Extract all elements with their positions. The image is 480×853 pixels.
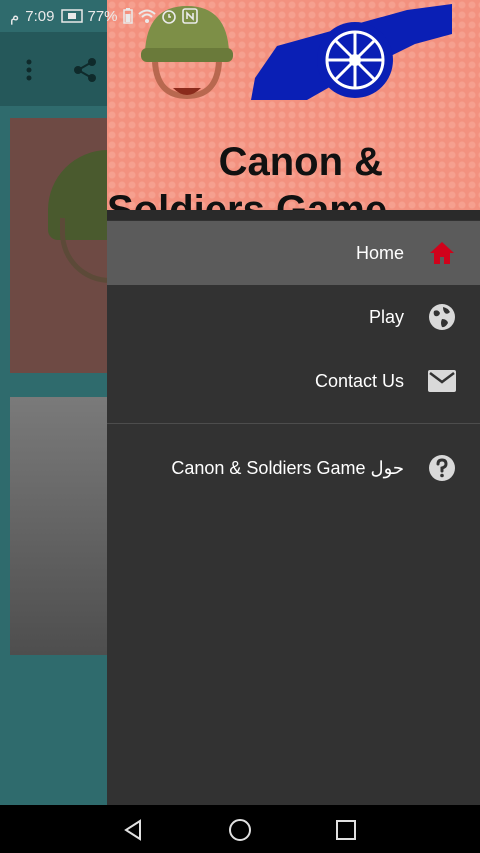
drawer-header-title: Canon & Soldiers Game xyxy=(107,140,388,210)
alarm-icon xyxy=(161,10,176,24)
carrier-text: م xyxy=(10,8,20,25)
battery-text: 77% xyxy=(87,7,118,25)
system-nav-bar xyxy=(0,805,480,853)
menu-divider xyxy=(107,423,480,424)
battery-icon xyxy=(122,8,133,24)
menu-item-about[interactable]: Canon & Soldiers Game حول xyxy=(107,436,480,500)
menu-item-home[interactable]: Home xyxy=(107,221,480,285)
menu-item-contact[interactable]: Contact Us xyxy=(107,349,480,413)
overflow-menu-icon[interactable] xyxy=(14,50,44,90)
helmet-strap-image xyxy=(60,218,110,283)
status-bar: م 7:09 77% xyxy=(0,0,480,32)
sim-icon xyxy=(60,9,83,23)
recents-icon[interactable] xyxy=(333,817,359,843)
nfc-icon xyxy=(181,8,198,24)
share-icon[interactable] xyxy=(70,50,100,90)
globe-icon xyxy=(428,303,456,331)
menu-item-contact-label: Contact Us xyxy=(314,370,404,391)
menu-item-play[interactable]: Play xyxy=(107,285,480,349)
help-icon xyxy=(428,454,456,482)
menu-item-about-label: Canon & Soldiers Game حول xyxy=(171,457,404,478)
game-card-second[interactable] xyxy=(10,397,110,655)
navigation-drawer: Canon & Soldiers Game Home Play Contact … xyxy=(107,0,480,805)
home-nav-icon[interactable] xyxy=(227,817,253,843)
mail-icon xyxy=(428,367,456,395)
menu-item-home-label: Home xyxy=(355,242,404,263)
game-card-soldier[interactable] xyxy=(10,118,110,373)
header-divider xyxy=(107,210,480,220)
wifi-icon xyxy=(137,9,156,23)
back-icon[interactable] xyxy=(120,817,146,843)
menu-item-play-label: Play xyxy=(368,306,404,327)
home-icon xyxy=(428,239,456,267)
status-icons: 77% xyxy=(60,7,198,25)
time-text: 7:09 xyxy=(25,7,55,25)
